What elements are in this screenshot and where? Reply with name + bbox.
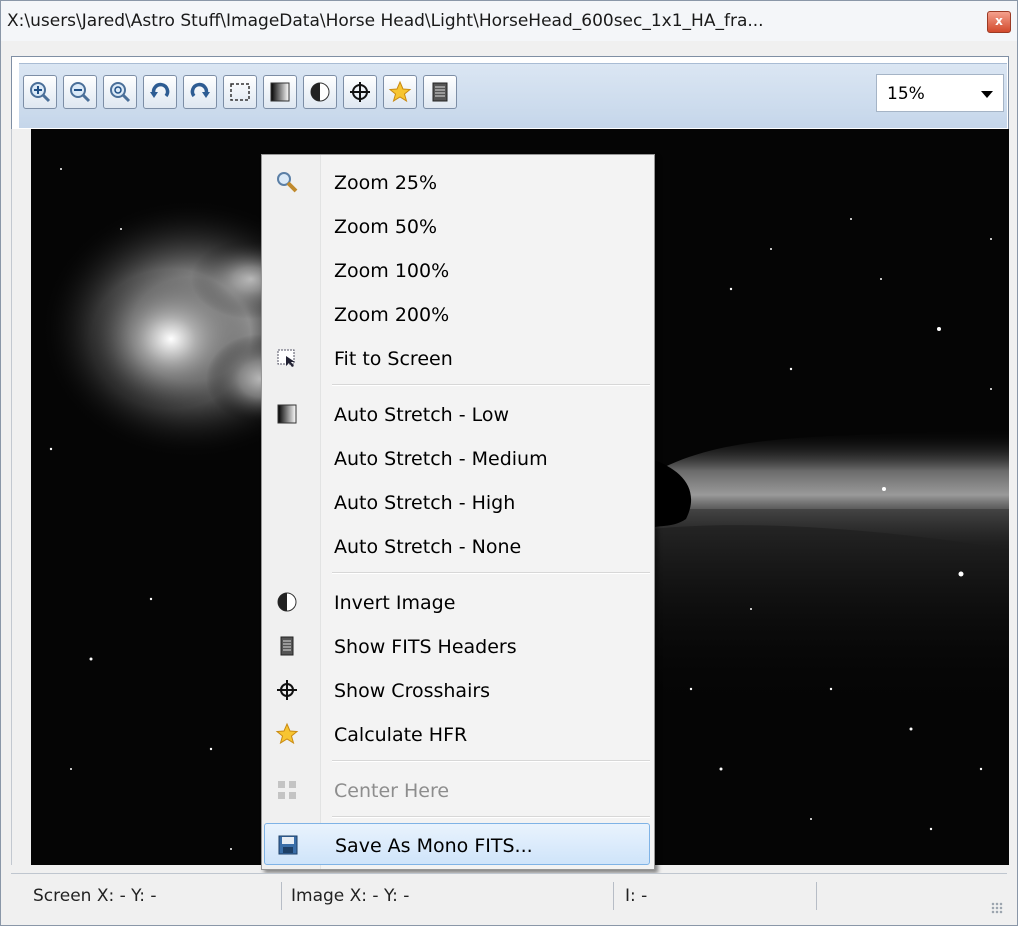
screen-coordinates: Screen X: - Y: - [33, 886, 157, 906]
fit-screen-icon [274, 345, 300, 371]
menu-item-auto-stretch-none[interactable]: Auto Stretch - None [264, 525, 650, 567]
image-coordinates: Image X: - Y: - [291, 886, 410, 906]
window-title: X:\users\Jared\Astro Stuff\ImageData\Hor… [7, 11, 764, 31]
document-icon [274, 633, 300, 659]
menu-item-label: Save As Mono FITS... [335, 835, 533, 857]
menu-item-auto-stretch-medium[interactable]: Auto Stretch - Medium [264, 437, 650, 479]
menu-item-calculate-hfr[interactable]: Calculate HFR [264, 713, 650, 755]
auto-stretch-button[interactable] [263, 75, 297, 109]
zoom-out-icon [70, 82, 91, 103]
menu-item-center-here[interactable]: Center Here [264, 769, 650, 811]
menu-separator [332, 384, 650, 386]
menu-item-label: Fit to Screen [334, 348, 453, 370]
menu-separator [332, 760, 650, 762]
menu-item-show-crosshairs[interactable]: Show Crosshairs [264, 669, 650, 711]
zoom-in-icon [30, 82, 51, 103]
toolbar: 15% [19, 63, 1007, 128]
zoom-value: 15% [887, 84, 925, 104]
menu-item-auto-stretch-low[interactable]: Auto Stretch - Low [264, 393, 650, 435]
crosshairs-icon [350, 82, 370, 102]
select-region-button[interactable] [223, 75, 257, 109]
invert-icon [274, 589, 300, 615]
menu-item-label: Auto Stretch - High [334, 492, 516, 514]
zoom-in-button[interactable] [23, 75, 57, 109]
status-separator [281, 882, 282, 910]
crosshairs-icon [274, 677, 300, 703]
menu-item-zoom-25[interactable]: Zoom 25% [264, 161, 650, 203]
image-viewer-window: X:\users\Jared\Astro Stuff\ImageData\Hor… [0, 0, 1018, 926]
zoom-fit-icon [110, 82, 131, 103]
menu-item-label: Zoom 25% [334, 172, 438, 194]
title-bar: X:\users\Jared\Astro Stuff\ImageData\Hor… [1, 1, 1017, 41]
star-icon [388, 80, 412, 103]
context-menu: Zoom 25% Zoom 50% Zoom 100% Zoom 200% Fi… [261, 154, 655, 870]
menu-item-zoom-200[interactable]: Zoom 200% [264, 293, 650, 335]
menu-item-label: Calculate HFR [334, 724, 468, 746]
menu-separator [332, 816, 650, 818]
status-separator [613, 882, 614, 910]
magnifier-icon [274, 169, 300, 195]
star-icon [274, 721, 300, 747]
menu-item-invert-image[interactable]: Invert Image [264, 581, 650, 623]
select-region-icon [230, 83, 250, 101]
menu-item-zoom-100[interactable]: Zoom 100% [264, 249, 650, 291]
close-button[interactable]: x [987, 11, 1011, 33]
menu-item-label: Zoom 50% [334, 216, 438, 238]
hfr-button[interactable] [383, 75, 417, 109]
menu-item-save-as-mono-fits[interactable]: Save As Mono FITS... [264, 823, 650, 865]
zoom-dropdown[interactable]: 15% [876, 74, 1004, 112]
rotate-left-button[interactable] [143, 75, 177, 109]
resize-grip-icon[interactable] [991, 902, 1003, 914]
rotate-right-button[interactable] [183, 75, 217, 109]
menu-item-label: Show Crosshairs [334, 680, 491, 702]
invert-icon [310, 82, 330, 102]
stretch-gradient-icon [274, 401, 300, 427]
image-panel-left-edge [11, 129, 32, 865]
menu-item-label: Invert Image [334, 592, 456, 614]
menu-item-label: Center Here [334, 780, 450, 802]
chevron-down-icon [981, 91, 993, 98]
menu-item-label: Zoom 200% [334, 304, 450, 326]
menu-item-zoom-50[interactable]: Zoom 50% [264, 205, 650, 247]
menu-separator [332, 572, 650, 574]
menu-item-label: Show FITS Headers [334, 636, 517, 658]
menu-item-label: Auto Stretch - Low [334, 404, 510, 426]
stretch-gradient-icon [270, 82, 290, 102]
menu-item-auto-stretch-high[interactable]: Auto Stretch - High [264, 481, 650, 523]
menu-item-label: Auto Stretch - None [334, 536, 522, 558]
invert-button[interactable] [303, 75, 337, 109]
rotate-left-icon [150, 82, 170, 98]
document-icon [432, 82, 448, 102]
menu-item-label: Zoom 100% [334, 260, 450, 282]
rotate-right-icon [190, 82, 210, 98]
crosshairs-button[interactable] [343, 75, 377, 109]
center-icon [274, 777, 300, 803]
status-bar: Screen X: - Y: - Image X: - Y: - I: - [11, 873, 1007, 918]
zoom-fit-button[interactable] [103, 75, 137, 109]
intensity-value: I: - [625, 886, 648, 906]
zoom-out-button[interactable] [63, 75, 97, 109]
menu-item-fit-to-screen[interactable]: Fit to Screen [264, 337, 650, 379]
save-icon [275, 832, 301, 858]
fits-headers-button[interactable] [423, 75, 457, 109]
menu-item-label: Auto Stretch - Medium [334, 448, 548, 470]
status-separator [816, 882, 817, 910]
menu-item-show-fits-headers[interactable]: Show FITS Headers [264, 625, 650, 667]
